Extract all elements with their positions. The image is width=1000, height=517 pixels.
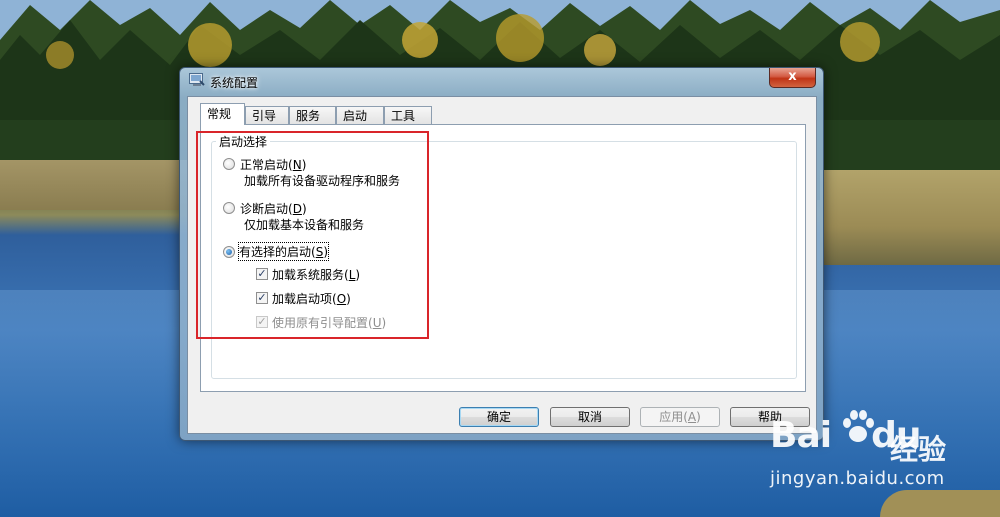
window-title: 系统配置: [210, 76, 259, 90]
left-shore: [0, 160, 190, 210]
selective-startup-radio[interactable]: [223, 246, 235, 258]
checkmark-icon: ✓: [257, 267, 267, 280]
diagnostic-startup-description: 仅加载基本设备和服务: [244, 218, 365, 232]
close-button[interactable]: x: [769, 68, 816, 88]
normal-startup-label[interactable]: 正常启动(N): [240, 156, 306, 173]
selective-startup-label[interactable]: 有选择的启动(S): [237, 242, 330, 261]
jingyan-logo-text: 经验: [890, 433, 947, 466]
baidu-jingyan-watermark: Bai du 经验 jingyan.baidu.com: [770, 410, 995, 500]
window-client-area: 常规 引导 服务 启动 工具 启动选择 正常启动(N) 加载所有设备驱动程序和服…: [187, 96, 817, 434]
load-startup-items-label[interactable]: 加载启动项(O): [272, 290, 351, 307]
diagnostic-startup-label[interactable]: 诊断启动(D): [240, 200, 307, 217]
close-icon: x: [788, 69, 797, 84]
checkmark-icon: ✓: [257, 315, 267, 328]
msconfig-icon: [189, 73, 205, 86]
tab-general[interactable]: 常规: [200, 103, 245, 125]
tab-tools[interactable]: 工具: [384, 106, 432, 124]
cancel-button[interactable]: 取消: [550, 407, 630, 427]
system-configuration-window: 系统配置 x 常规 引导 服务 启动 工具 启动选择 正常启动(N) 加载所有设…: [179, 67, 824, 441]
group-title: 启动选择: [216, 133, 271, 150]
load-startup-items-checkbox[interactable]: ✓: [256, 292, 268, 304]
tab-boot[interactable]: 引导: [245, 106, 289, 124]
load-system-services-label[interactable]: 加载系统服务(L): [272, 266, 360, 283]
watermark-url: jingyan.baidu.com: [770, 468, 945, 489]
checkmark-icon: ✓: [257, 291, 267, 304]
apply-button: 应用(A): [640, 407, 720, 427]
use-original-boot-config-checkbox: ✓: [256, 316, 268, 328]
right-meadow: [820, 170, 1000, 265]
baidu-paw-icon: [843, 410, 874, 442]
load-system-services-checkbox[interactable]: ✓: [256, 268, 268, 280]
normal-startup-description: 加载所有设备驱动程序和服务: [244, 174, 401, 188]
normal-startup-radio[interactable]: [223, 158, 235, 170]
general-tab-panel: 启动选择 正常启动(N) 加载所有设备驱动程序和服务 诊断启动(D) 仅加载基本…: [200, 124, 806, 392]
title-bar[interactable]: 系统配置 x: [180, 68, 823, 96]
tab-services[interactable]: 服务: [289, 106, 336, 124]
tab-startup[interactable]: 启动: [336, 106, 384, 124]
use-original-boot-config-label: 使用原有引导配置(U): [272, 316, 387, 330]
ok-button[interactable]: 确定: [459, 407, 539, 427]
diagnostic-startup-radio[interactable]: [223, 202, 235, 214]
